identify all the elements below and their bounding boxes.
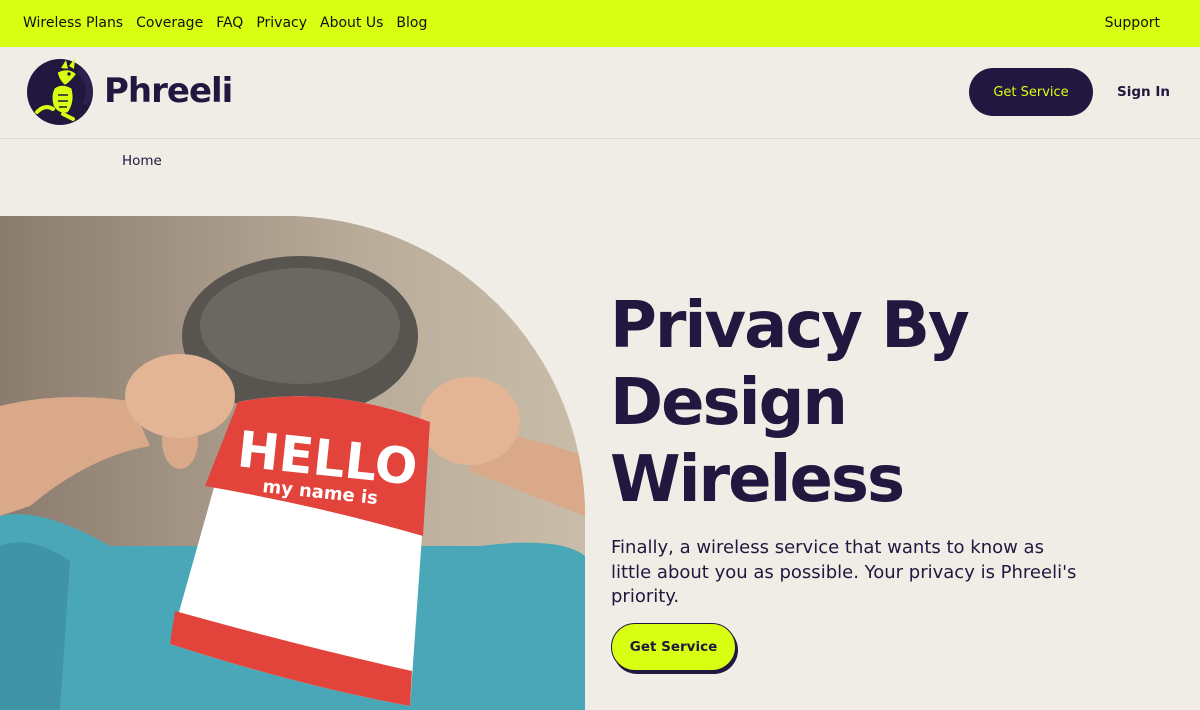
- top-nav-bar: Wireless Plans Coverage FAQ Privacy Abou…: [0, 0, 1200, 47]
- breadcrumb-home[interactable]: Home: [122, 153, 162, 169]
- hero-title: Privacy By Design Wireless: [610, 289, 970, 517]
- nav-link-blog[interactable]: Blog: [396, 15, 427, 32]
- site-header: Phreeli Get Service Sign In: [0, 47, 1200, 139]
- sign-in-link[interactable]: Sign In: [1117, 84, 1170, 101]
- hero-subtitle: Finally, a wireless service that wants t…: [611, 537, 1077, 607]
- header-get-service-button[interactable]: Get Service: [969, 68, 1093, 116]
- nav-link-faq[interactable]: FAQ: [216, 15, 243, 32]
- logo-wordmark[interactable]: Phreeli: [104, 69, 233, 113]
- support-link[interactable]: Support: [1105, 15, 1160, 32]
- kangaroo-logo-icon[interactable]: [25, 56, 95, 126]
- hero-image: HELLO my name is: [0, 216, 585, 710]
- nav-link-wireless-plans[interactable]: Wireless Plans: [23, 15, 123, 32]
- nav-link-coverage[interactable]: Coverage: [136, 15, 203, 32]
- top-nav: Wireless Plans Coverage FAQ Privacy Abou…: [23, 15, 427, 32]
- nav-link-about-us[interactable]: About Us: [320, 15, 383, 32]
- hero-photo-illustration: HELLO my name is: [0, 216, 585, 710]
- hero-get-service-button[interactable]: Get Service: [611, 623, 736, 671]
- nav-link-privacy[interactable]: Privacy: [256, 15, 307, 32]
